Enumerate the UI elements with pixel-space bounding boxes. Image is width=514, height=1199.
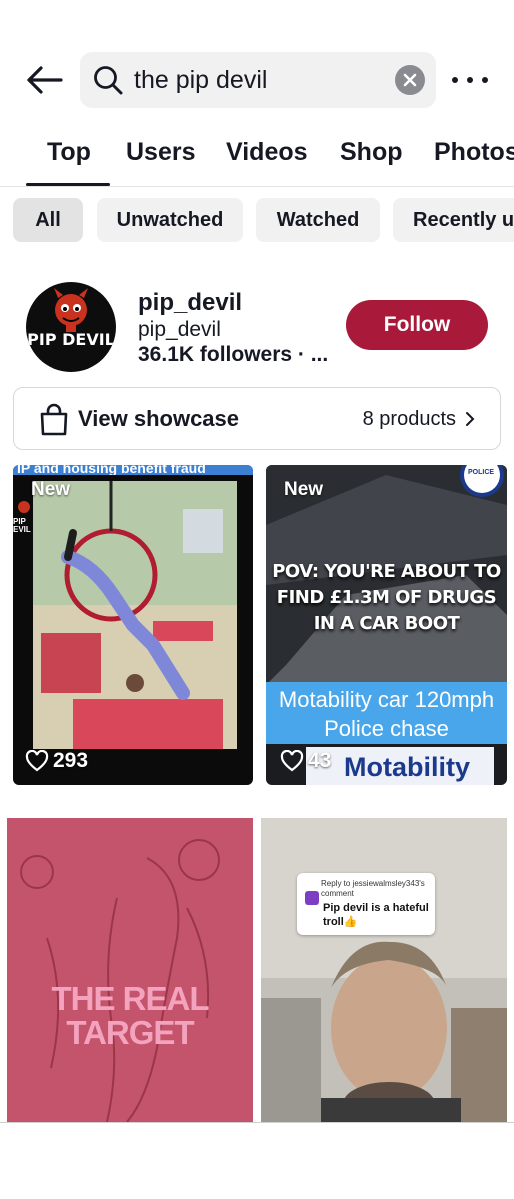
video-card[interactable]: POLICE New POV: YOU'RE ABOUT TO FIND £1.… (266, 465, 507, 785)
shopping-bag-icon (40, 403, 68, 436)
filter-watched[interactable]: Watched (256, 198, 380, 242)
avatar-logo-text: PIP DEVIL (27, 330, 115, 349)
tab-shop[interactable]: Shop (340, 138, 403, 167)
new-badge: New (31, 479, 71, 500)
search-tabs: Top Users Videos Shop Photos (0, 130, 514, 186)
filter-recently-uploaded[interactable]: Recently uploaded (393, 198, 514, 242)
video-thumbnail (7, 818, 253, 1122)
logo-text: PIP EVIL (13, 517, 31, 534)
follower-count: 36.1K followers · ... (138, 343, 329, 366)
back-arrow-icon (27, 66, 63, 94)
view-showcase-button[interactable]: View showcase 8 products (13, 387, 501, 450)
tabs-divider (0, 186, 514, 187)
showcase-label: View showcase (78, 406, 240, 431)
new-badge: New (284, 479, 324, 500)
avatar[interactable]: PIP DEVIL (26, 282, 116, 372)
video-overlay-text: POV: YOU'RE ABOUT TO FIND £1.3M OF DRUGS… (272, 561, 501, 634)
video-thumbnail (13, 481, 237, 749)
search-results-page: the pip devil Top Users Videos Shop Phot… (0, 0, 514, 1199)
bottom-bar (0, 1122, 514, 1199)
commenter-avatar-icon (305, 891, 319, 905)
video-card[interactable]: IP and housing benefit fraud PIP EVIL Ne… (13, 465, 253, 785)
devil-logo-icon (54, 288, 88, 332)
motability-logo: Motability (306, 747, 494, 785)
pip-devil-logo: PIP EVIL (13, 499, 35, 534)
comment-reply-sticker: Reply to jessiewalmsley343's comment Pip… (297, 873, 435, 935)
username[interactable]: pip_devil (138, 289, 242, 317)
follow-button[interactable]: Follow (346, 300, 488, 350)
back-button[interactable] (22, 60, 66, 100)
police-badge-text: POLICE (468, 469, 495, 476)
more-options-button[interactable] (452, 66, 488, 94)
video-card[interactable]: THE REAL TARGET (7, 818, 253, 1122)
heart-icon (25, 750, 49, 772)
video-thumbnail (261, 818, 507, 1122)
user-handle: pip_devil (138, 318, 221, 341)
tab-top[interactable]: Top (47, 138, 91, 167)
product-count: 8 products (362, 408, 456, 430)
comment-text: Pip devil is a hateful troll👍 (323, 902, 429, 928)
tab-users[interactable]: Users (126, 138, 196, 167)
chevron-right-icon (466, 412, 475, 426)
like-count: 43 (280, 749, 331, 773)
clear-icon (403, 73, 417, 87)
video-overlay-text: THE REAL TARGET (51, 980, 210, 1051)
reply-label: Reply to jessiewalmsley343's comment (321, 879, 425, 898)
heart-icon (280, 750, 304, 772)
like-count-value: 293 (53, 749, 89, 772)
video-card[interactable]: Reply to jessiewalmsley343's comment Pip… (261, 818, 507, 1122)
filter-all[interactable]: All (13, 198, 83, 242)
tab-photos[interactable]: Photos (434, 138, 514, 167)
more-icon (452, 77, 458, 83)
like-count-value: 43 (308, 749, 332, 772)
search-input[interactable]: the pip devil (134, 66, 395, 95)
like-count: 293 (25, 749, 88, 773)
tab-videos[interactable]: Videos (226, 138, 308, 167)
filter-unwatched[interactable]: Unwatched (97, 198, 243, 242)
search-icon (92, 64, 124, 96)
video-caption: Motability car 120mph Police chase (266, 682, 507, 744)
clear-search-button[interactable] (395, 65, 425, 95)
search-field[interactable]: the pip devil (80, 52, 436, 108)
